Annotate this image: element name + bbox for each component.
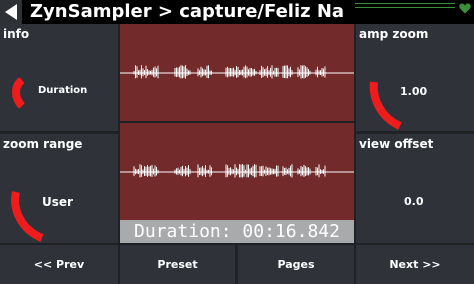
audio-level-meter-bottom [355, 7, 455, 8]
info-panel-value: Duration [38, 85, 88, 96]
triangle-left-icon [5, 4, 17, 20]
zoom-range-panel-title: zoom range [3, 137, 83, 151]
zoom-range-panel[interactable]: zoom range User [0, 134, 118, 243]
pages-button[interactable]: Pages [238, 245, 354, 284]
duration-bar: Duration: 00:16.842 [120, 220, 354, 243]
zoom-range-panel-value: User [42, 195, 73, 209]
amp-zoom-panel[interactable]: amp zoom 1.00 [356, 24, 474, 131]
info-panel-title: info [3, 27, 30, 41]
audio-level-meter-top [355, 3, 455, 4]
amp-zoom-panel-value: 1.00 [400, 85, 428, 98]
heart-icon [459, 3, 471, 14]
amp-zoom-panel-title: amp zoom [359, 27, 429, 41]
info-arc-indicator [12, 78, 26, 108]
next-button[interactable]: Next >> [356, 245, 474, 284]
waveform-channel-top [120, 65, 354, 79]
waveform-channel-bottom [120, 164, 354, 178]
prev-button[interactable]: << Prev [0, 245, 118, 284]
view-offset-panel-title: view offset [359, 137, 434, 151]
view-offset-panel[interactable]: view offset 0.0 [356, 134, 474, 243]
preset-button[interactable]: Preset [120, 245, 235, 284]
page-title[interactable]: ZynSampler > capture/Feliz Na [30, 0, 350, 24]
view-offset-panel-value: 0.0 [404, 195, 424, 208]
waveform-channel-divider [120, 121, 354, 123]
info-panel[interactable]: info Duration [0, 24, 118, 131]
duration-text: Duration: 00:16.842 [134, 221, 340, 242]
amp-zoom-arc-indicator [369, 81, 402, 130]
back-button[interactable] [0, 0, 22, 24]
